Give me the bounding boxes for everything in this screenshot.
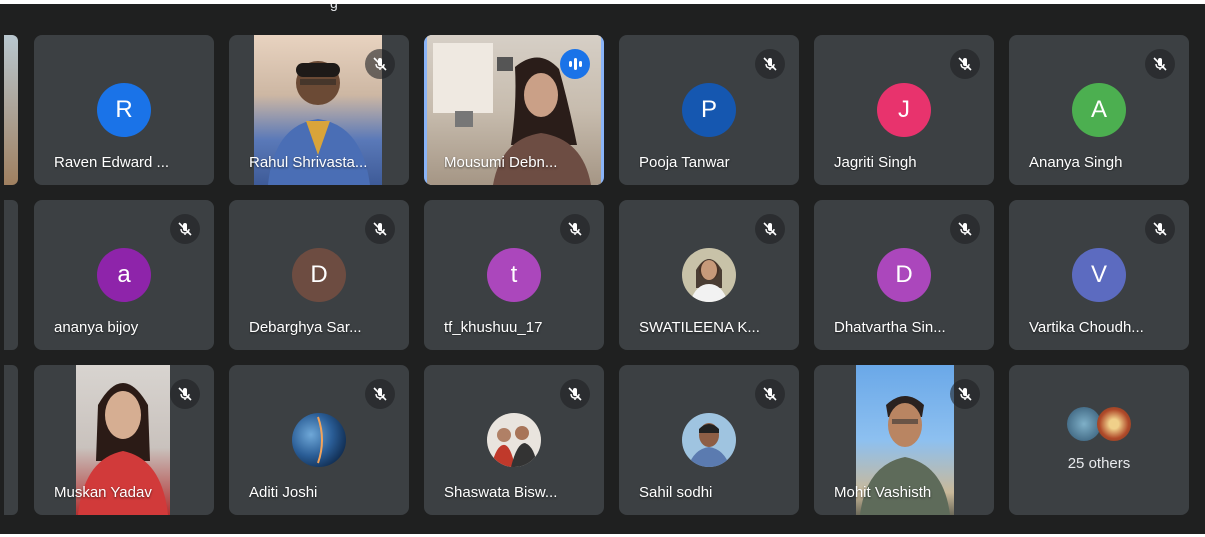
- profile-photo-icon: [682, 413, 736, 467]
- avatar: a: [97, 248, 151, 302]
- mic-off-icon: [755, 379, 785, 409]
- participant-tile[interactable]: Sahil sodhi: [619, 365, 799, 515]
- participant-name: Dhatvartha Sin...: [834, 319, 946, 336]
- avatar: t: [487, 248, 541, 302]
- participant-tile[interactable]: P Pooja Tanwar: [619, 35, 799, 185]
- mic-off-icon: [365, 214, 395, 244]
- profile-photo-icon: [487, 413, 541, 467]
- participant-name: Shaswata Bisw...: [444, 484, 558, 501]
- mic-off-icon: [365, 49, 395, 79]
- participant-name: Pooja Tanwar: [639, 154, 730, 171]
- mic-off-icon: [950, 214, 980, 244]
- mic-off-icon: [170, 214, 200, 244]
- participant-name: SWATILEENA K...: [639, 319, 760, 336]
- avatar: V: [1072, 248, 1126, 302]
- mic-off-icon: [950, 379, 980, 409]
- mic-off-icon: [365, 379, 395, 409]
- meeting-grid: g R Raven Edward ... Rahul Shrivasta...: [0, 4, 1205, 534]
- participant-tile[interactable]: R Raven Edward ...: [34, 35, 214, 185]
- avatar: P: [682, 83, 736, 137]
- others-avatar-icon: [1097, 407, 1131, 441]
- participant-name: Aditi Joshi: [249, 484, 318, 501]
- participant-tile[interactable]: Mousumi Debn...: [424, 35, 604, 185]
- participant-tile[interactable]: Mohit Vashisth: [814, 365, 994, 515]
- profile-photo-icon: [292, 413, 346, 467]
- mic-off-icon: [755, 49, 785, 79]
- participant-name: Rahul Shrivasta...: [249, 154, 368, 171]
- participant-name: Ananya Singh: [1029, 154, 1123, 171]
- mic-off-icon: [755, 214, 785, 244]
- participant-tile[interactable]: D Debarghya Sar...: [229, 200, 409, 350]
- avatar: D: [877, 248, 931, 302]
- participant-tile[interactable]: Aditi Joshi: [229, 365, 409, 515]
- avatar: A: [1072, 83, 1126, 137]
- offscreen-tile-sliver: [4, 35, 18, 185]
- mic-off-icon: [560, 379, 590, 409]
- avatar: D: [292, 248, 346, 302]
- mic-off-icon: [560, 214, 590, 244]
- avatar: J: [877, 83, 931, 137]
- participant-name: tf_khushuu_17: [444, 319, 543, 336]
- participant-tile[interactable]: Muskan Yadav: [34, 365, 214, 515]
- speaking-indicator-icon: [560, 49, 590, 79]
- offscreen-tile-sliver: [4, 365, 18, 515]
- participant-name: Vartika Choudh...: [1029, 319, 1144, 336]
- mic-off-icon: [950, 49, 980, 79]
- participant-name: Muskan Yadav: [54, 484, 152, 501]
- profile-photo-icon: [682, 248, 736, 302]
- others-avatar-icon: [1067, 407, 1101, 441]
- participant-name: Debarghya Sar...: [249, 319, 362, 336]
- participant-tile[interactable]: t tf_khushuu_17: [424, 200, 604, 350]
- participant-tile[interactable]: a ananya bijoy: [34, 200, 214, 350]
- mic-off-icon: [1145, 214, 1175, 244]
- others-count-label: 25 others: [1067, 455, 1131, 472]
- participant-tile[interactable]: D Dhatvartha Sin...: [814, 200, 994, 350]
- mic-off-icon: [170, 379, 200, 409]
- participant-name: Mohit Vashisth: [834, 484, 932, 501]
- avatar: R: [97, 83, 151, 137]
- participant-tile[interactable]: Shaswata Bisw...: [424, 365, 604, 515]
- participant-tile[interactable]: V Vartika Choudh...: [1009, 200, 1189, 350]
- participant-name: Jagriti Singh: [834, 154, 917, 171]
- offscreen-tile-sliver: [4, 200, 18, 350]
- participant-name: Raven Edward ...: [54, 154, 170, 171]
- participant-name: Mousumi Debn...: [444, 154, 558, 171]
- participant-name: ananya bijoy: [54, 319, 139, 336]
- mic-off-icon: [1145, 49, 1175, 79]
- participant-tile[interactable]: SWATILEENA K...: [619, 200, 799, 350]
- participant-tile[interactable]: A Ananya Singh: [1009, 35, 1189, 185]
- participant-tile[interactable]: J Jagriti Singh: [814, 35, 994, 185]
- participant-tile[interactable]: Rahul Shrivasta...: [229, 35, 409, 185]
- top-caption: g: [330, 4, 338, 11]
- others-tile[interactable]: 25 others: [1009, 365, 1189, 515]
- participant-name: Sahil sodhi: [639, 484, 713, 501]
